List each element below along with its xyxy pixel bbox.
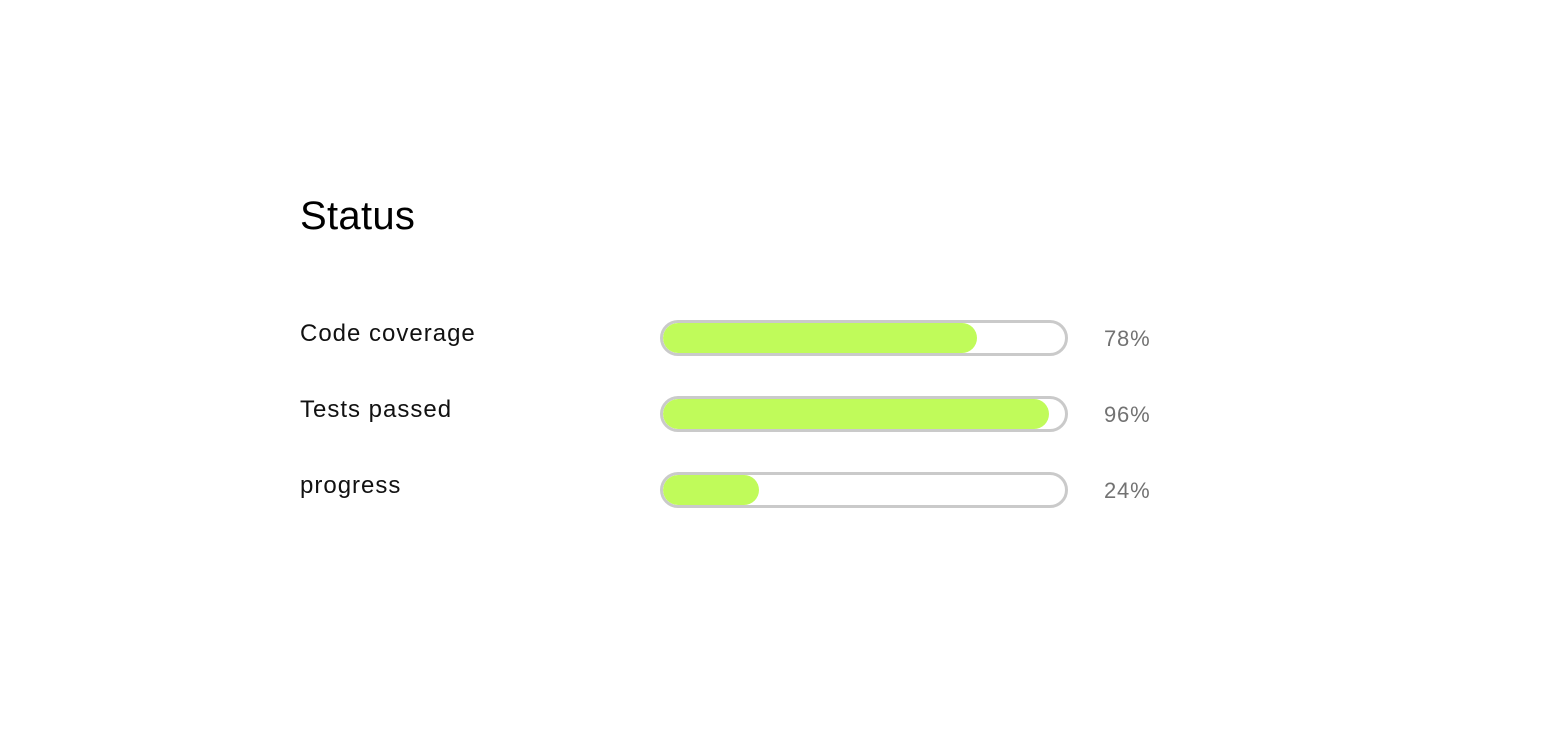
status-row-progress: progress 24% — [300, 472, 1200, 548]
status-panel: Status Code coverage 78% Tests passed 96… — [300, 190, 1200, 508]
progress-bar — [660, 472, 1068, 508]
status-label: progress — [300, 472, 402, 499]
progress-bar — [660, 396, 1068, 432]
status-label: Code coverage — [300, 320, 476, 347]
progress-fill — [663, 399, 1049, 429]
percentage-value: 24% — [1104, 478, 1151, 503]
progress-bar — [660, 320, 1068, 356]
progress-fill — [663, 323, 977, 353]
percentage-value: 78% — [1104, 326, 1151, 351]
status-list: Code coverage 78% Tests passed 96% progr… — [300, 320, 1200, 548]
page-title: Status — [300, 194, 416, 238]
progress-fill — [663, 475, 760, 505]
status-label: Tests passed — [300, 396, 453, 423]
status-row-tests-passed: Tests passed 96% — [300, 396, 1200, 472]
status-row-code-coverage: Code coverage 78% — [300, 320, 1200, 396]
percentage-value: 96% — [1104, 402, 1151, 427]
